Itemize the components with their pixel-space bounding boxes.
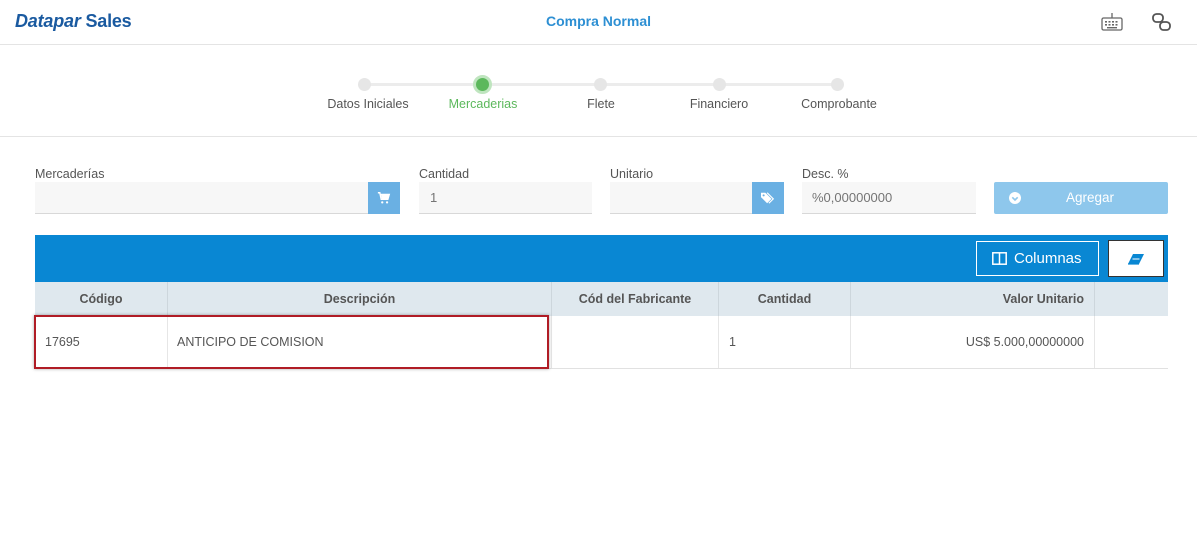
step-dot-datos-iniciales[interactable] <box>358 78 371 91</box>
wizard-stepper: Datos Iniciales Mercaderias Flete Financ… <box>0 45 1197 137</box>
agregar-button[interactable]: Agregar <box>994 182 1168 214</box>
cell-cantidad: 1 <box>719 316 851 368</box>
mercaderias-label: Mercaderías <box>35 167 105 181</box>
col-header-codigo[interactable]: Código <box>35 282 168 316</box>
agregar-label: Agregar <box>1065 190 1115 205</box>
link-icon[interactable] <box>1150 10 1174 34</box>
unitario-label: Unitario <box>610 167 654 181</box>
cell-valor-unitario: US$ 5.000,00000000 <box>851 316 1095 368</box>
descuento-label: Desc. % <box>802 167 849 181</box>
table-row[interactable]: 17695 ANTICIPO DE COMISION 1 US$ 5.000,0… <box>35 316 1168 369</box>
eraser-icon <box>1128 253 1144 265</box>
cell-descripcion: ANTICIPO DE COMISION <box>168 316 552 368</box>
col-header-descripcion[interactable]: Descripción <box>168 282 552 316</box>
tag-button[interactable] <box>752 182 784 214</box>
app-header: Datapar Sales Compra Normal <box>0 0 1197 45</box>
clear-button[interactable] <box>1108 240 1164 277</box>
cell-extra <box>1095 316 1168 368</box>
table-toolbar: Columnas <box>35 235 1168 282</box>
col-header-cod-fabricante[interactable]: Cód del Fabricante <box>552 282 719 316</box>
step-dot-financiero[interactable] <box>713 78 726 91</box>
keyboard-icon[interactable] <box>1100 10 1124 34</box>
col-header-extra <box>1095 282 1168 316</box>
cantidad-input[interactable] <box>419 182 592 214</box>
cantidad-label: Cantidad <box>419 167 470 181</box>
col-header-cantidad[interactable]: Cantidad <box>719 282 851 316</box>
cart-button[interactable] <box>368 182 400 214</box>
step-dot-comprobante[interactable] <box>831 78 844 91</box>
columnas-label: Columnas <box>1014 250 1082 267</box>
page-title: Compra Normal <box>545 13 652 29</box>
col-header-valor-unitario[interactable]: Valor Unitario <box>851 282 1095 316</box>
tag-icon <box>761 192 775 204</box>
cell-codigo: 17695 <box>35 316 168 368</box>
cart-icon <box>377 192 391 204</box>
descuento-input[interactable] <box>802 182 976 214</box>
columnas-button[interactable]: Columnas <box>976 241 1099 276</box>
step-label-comprobante[interactable]: Comprobante <box>769 97 909 111</box>
step-dot-flete[interactable] <box>594 78 607 91</box>
table-header: Código Descripción Cód del Fabricante Ca… <box>35 282 1168 316</box>
unitario-input[interactable] <box>610 182 752 214</box>
mercaderias-input[interactable] <box>35 182 368 214</box>
step-dot-mercaderias[interactable] <box>473 75 492 94</box>
cell-cod-fabricante <box>552 316 719 368</box>
columns-icon <box>992 252 1007 265</box>
step-label-financiero[interactable]: Financiero <box>649 97 789 111</box>
